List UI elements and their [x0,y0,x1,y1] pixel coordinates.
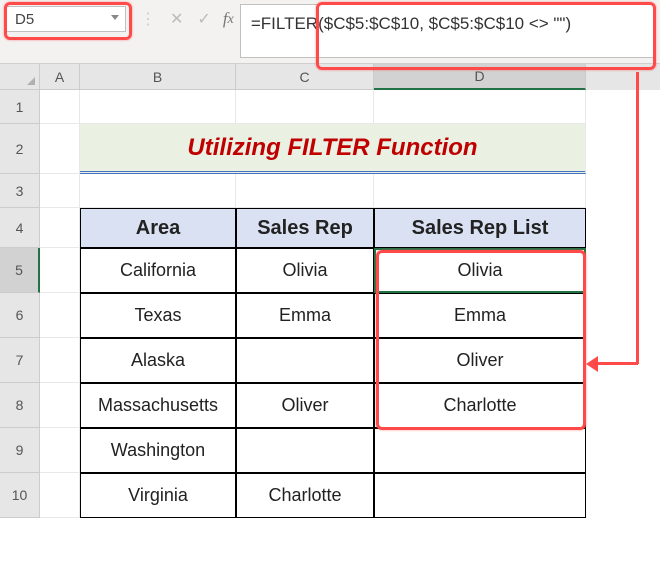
formula-bar: D5 ⋮ ✕ ✓ fx =FILTER($C$5:$C$10, $C$5:$C$… [0,0,660,64]
cell-B9[interactable]: Washington [80,428,236,473]
cell-A3[interactable] [40,174,80,208]
cell-A1[interactable] [40,90,80,124]
col-header-D[interactable]: D [374,64,586,90]
row-header-7[interactable]: 7 [0,338,40,383]
cell-B7[interactable]: Alaska [80,338,236,383]
cell-C7[interactable] [236,338,374,383]
cell-B8[interactable]: Massachusetts [80,383,236,428]
row-header-6[interactable]: 6 [0,293,40,338]
cell-D6[interactable]: Emma [374,293,586,338]
cell-D8[interactable]: Charlotte [374,383,586,428]
row-header-9[interactable]: 9 [0,428,40,473]
cell-D9[interactable] [374,428,586,473]
row-header-10[interactable]: 10 [0,473,40,518]
cell-A5[interactable] [40,248,80,293]
cell-B3[interactable] [80,174,236,208]
cell-A8[interactable] [40,383,80,428]
row-header-5[interactable]: 5 [0,248,40,293]
cell-A7[interactable] [40,338,80,383]
cell-D5[interactable]: Olivia [374,248,586,293]
header-area[interactable]: Area [80,208,236,248]
row-header-4[interactable]: 4 [0,208,40,248]
cell-D1[interactable] [374,90,586,124]
row-header-8[interactable]: 8 [0,383,40,428]
cell-C9[interactable] [236,428,374,473]
cell-C1[interactable] [236,90,374,124]
name-box-value: D5 [15,11,34,28]
col-header-C[interactable]: C [236,64,374,90]
column-headers: A B C D [40,64,660,90]
select-all-corner[interactable] [0,64,40,90]
cell-D7[interactable]: Oliver [374,338,586,383]
col-header-A[interactable]: A [40,64,80,90]
chevron-down-icon[interactable] [111,15,119,20]
header-sales-rep-list[interactable]: Sales Rep List [374,208,586,248]
formula-input[interactable]: =FILTER($C$5:$C$10, $C$5:$C$10 <> "") [240,4,654,58]
cell-B10[interactable]: Virginia [80,473,236,518]
cell-C5[interactable]: Olivia [236,248,374,293]
formula-tools: ⋮ ✕ ✓ [140,4,211,34]
cell-A2[interactable] [40,124,80,174]
dots-icon: ⋮ [140,9,156,29]
cell-B1[interactable] [80,90,236,124]
fx-icon[interactable]: fx [223,4,234,34]
cell-A10[interactable] [40,473,80,518]
cell-B6[interactable]: Texas [80,293,236,338]
confirm-icon[interactable]: ✓ [197,9,210,29]
cell-A9[interactable] [40,428,80,473]
row-header-3[interactable]: 3 [0,174,40,208]
title-cell[interactable]: Utilizing FILTER Function [80,124,586,174]
cancel-icon[interactable]: ✕ [170,9,183,29]
cell-C6[interactable]: Emma [236,293,374,338]
cell-A6[interactable] [40,293,80,338]
spreadsheet-grid: A B C D 1 2 Utilizing FILTER Function 3 … [0,64,660,518]
header-sales-rep[interactable]: Sales Rep [236,208,374,248]
cell-B5[interactable]: California [80,248,236,293]
cell-C8[interactable]: Oliver [236,383,374,428]
cell-C10[interactable]: Charlotte [236,473,374,518]
cell-D3[interactable] [374,174,586,208]
row-header-2[interactable]: 2 [0,124,40,174]
col-header-B[interactable]: B [80,64,236,90]
row-header-1[interactable]: 1 [0,90,40,124]
cell-C3[interactable] [236,174,374,208]
cell-A4[interactable] [40,208,80,248]
cell-D10[interactable] [374,473,586,518]
name-box[interactable]: D5 [6,6,126,32]
